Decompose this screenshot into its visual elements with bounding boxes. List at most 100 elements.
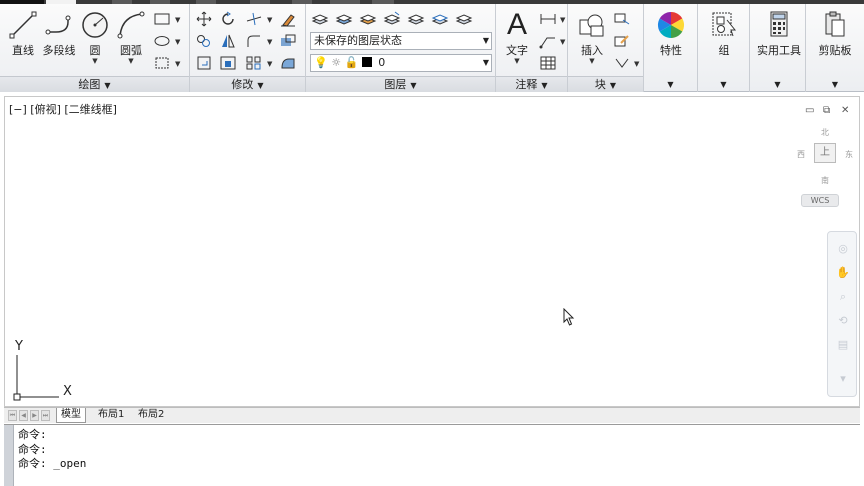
create-block-button[interactable] — [612, 10, 632, 28]
command-line-grip[interactable] — [4, 425, 14, 486]
chevron-down-icon[interactable]: ▼ — [560, 38, 565, 46]
chevron-down-icon[interactable]: ▼ — [175, 38, 180, 46]
chevron-down-icon[interactable]: ▼ — [644, 80, 697, 89]
layer-lock-button[interactable] — [454, 10, 474, 28]
layer-walk-button[interactable] — [406, 10, 426, 28]
layers-panel-footer[interactable]: 图层 ▼ — [306, 76, 495, 92]
chevron-down-icon[interactable]: ▼ — [750, 80, 805, 89]
circle-icon — [82, 12, 108, 38]
viewcube-north[interactable]: 北 — [821, 127, 829, 138]
next-layout-icon[interactable]: ▶ — [30, 410, 39, 421]
dimension-icon — [540, 14, 556, 24]
sun-icon: ☼ — [331, 56, 342, 69]
block-panel-footer[interactable]: 块 ▼ — [568, 76, 643, 92]
last-layout-icon[interactable]: ⏭ — [41, 410, 50, 421]
zoom-icon[interactable]: ⌕ — [834, 290, 852, 304]
offset-icon — [281, 58, 295, 69]
clipboard-button[interactable]: 剪贴板 — [810, 10, 860, 58]
orbit-icon[interactable]: ⟲ — [834, 314, 852, 328]
utilities-button[interactable]: 实用工具 — [754, 10, 804, 58]
chevron-down-icon[interactable]: ▼ — [267, 38, 272, 46]
line-button[interactable]: 直线 — [6, 10, 40, 58]
viewport-controls-label[interactable]: [−] [俯视] [二维线框] — [9, 101, 117, 117]
layer-match-button[interactable] — [382, 10, 402, 28]
move-icon — [196, 11, 212, 27]
copy-button[interactable] — [194, 32, 214, 50]
mirror-button[interactable] — [218, 32, 238, 50]
group-button[interactable]: 组 — [708, 10, 740, 58]
move-button[interactable] — [194, 10, 214, 28]
chevron-down-icon[interactable]: ▼ — [806, 80, 864, 89]
tab-layout1[interactable]: 布局1 — [94, 408, 128, 423]
array-button[interactable] — [244, 54, 264, 72]
chevron-down-icon[interactable]: ▼ — [560, 16, 565, 24]
first-layout-icon[interactable]: ⏮ — [8, 410, 17, 421]
explode-button[interactable] — [278, 32, 298, 50]
chevron-down-icon[interactable]: ▾ — [834, 372, 852, 386]
chevron-down-icon[interactable]: ▼ — [114, 58, 148, 65]
rectangle-button[interactable] — [152, 10, 172, 28]
prev-layout-icon[interactable]: ◀ — [19, 410, 28, 421]
viewcube-east[interactable]: 东 — [845, 149, 853, 160]
polyline-button[interactable]: 多段线 — [40, 10, 78, 58]
viewport-minimize-button[interactable]: ▭ — [805, 105, 814, 116]
text-button[interactable]: A 文字 ▼ — [502, 10, 532, 65]
edit-block-button[interactable] — [612, 32, 632, 50]
steering-wheel-icon[interactable]: ◎ — [834, 242, 852, 256]
command-line-window[interactable]: 命令: 命令: 命令: _open — [4, 424, 860, 486]
layer-isolate-button[interactable] — [358, 10, 378, 28]
annotation-panel-footer[interactable]: 注释 ▼ — [496, 76, 567, 92]
dimension-button[interactable] — [538, 10, 558, 28]
group-panel: 组 ▼ — [698, 4, 750, 92]
layer-properties-button[interactable] — [310, 10, 330, 28]
arc-button[interactable]: 圆弧 ▼ — [114, 10, 148, 65]
scale-button[interactable] — [218, 54, 238, 72]
leader-button[interactable] — [538, 32, 558, 50]
viewcube-top-face[interactable]: 上 — [814, 143, 836, 163]
viewport-close-button[interactable]: ✕ — [841, 105, 849, 116]
viewport-restore-button[interactable]: ⧉ — [823, 105, 830, 116]
ellipse-button[interactable] — [152, 32, 172, 50]
table-button[interactable] — [538, 54, 558, 72]
pan-icon[interactable]: ✋ — [834, 266, 852, 280]
draw-panel-footer[interactable]: 绘图 ▼ — [0, 76, 189, 92]
chevron-down-icon[interactable]: ▼ — [78, 58, 112, 65]
stretch-button[interactable] — [194, 54, 214, 72]
array-icon — [246, 56, 261, 70]
chevron-down-icon[interactable]: ▼ — [175, 60, 180, 68]
chevron-down-icon[interactable]: ▼ — [634, 60, 639, 68]
viewcube-west[interactable]: 西 — [797, 149, 805, 160]
viewcube-south[interactable]: 南 — [821, 175, 829, 186]
modify-panel-footer[interactable]: 修改 ▼ — [190, 76, 305, 92]
hatch-button[interactable] — [152, 54, 172, 72]
chevron-down-icon[interactable]: ▼ — [267, 16, 272, 24]
command-history: 命令: 命令: 命令: _open — [18, 428, 86, 472]
layers-panel: 未保存的图层状态 ▼ 💡 ☼ 🔓 0 ▼ 图层 ▼ — [306, 4, 496, 92]
chevron-down-icon[interactable]: ▼ — [267, 60, 272, 68]
layer-properties-icon — [311, 14, 329, 25]
layer-state-button[interactable] — [334, 10, 354, 28]
chevron-down-icon[interactable]: ▼ — [574, 58, 610, 65]
rotate-button[interactable] — [218, 10, 238, 28]
layer-copy-button[interactable] — [430, 10, 450, 28]
block-attribute-button[interactable] — [612, 54, 632, 72]
circle-button[interactable]: 圆 ▼ — [78, 10, 112, 65]
chevron-down-icon[interactable]: ▼ — [175, 16, 180, 24]
layer-state-select[interactable]: 未保存的图层状态 ▼ — [310, 32, 492, 50]
chevron-down-icon[interactable]: ▼ — [698, 80, 749, 89]
trim-button[interactable] — [244, 10, 264, 28]
current-layer-value: 0 — [378, 56, 386, 69]
insert-button[interactable]: 插入 ▼ — [574, 10, 610, 65]
fillet-button[interactable] — [244, 32, 264, 50]
drawing-viewport[interactable]: [−] [俯视] [二维线框] ▭ ⧉ ✕ 北 南 西 东 上 WCS ◎ ✋ … — [4, 96, 860, 407]
showmotion-icon[interactable]: ▤ — [834, 338, 852, 352]
erase-button[interactable] — [278, 10, 298, 28]
properties-button[interactable]: 特性 — [654, 10, 688, 58]
properties-label: 特性 — [660, 44, 682, 57]
wcs-menu[interactable]: WCS — [801, 194, 839, 207]
chevron-down-icon[interactable]: ▼ — [502, 58, 532, 65]
offset-button[interactable] — [278, 54, 298, 72]
tab-layout2[interactable]: 布局2 — [134, 408, 168, 423]
tab-model[interactable]: 模型 — [56, 408, 86, 423]
current-layer-select[interactable]: 💡 ☼ 🔓 0 ▼ — [310, 54, 492, 72]
